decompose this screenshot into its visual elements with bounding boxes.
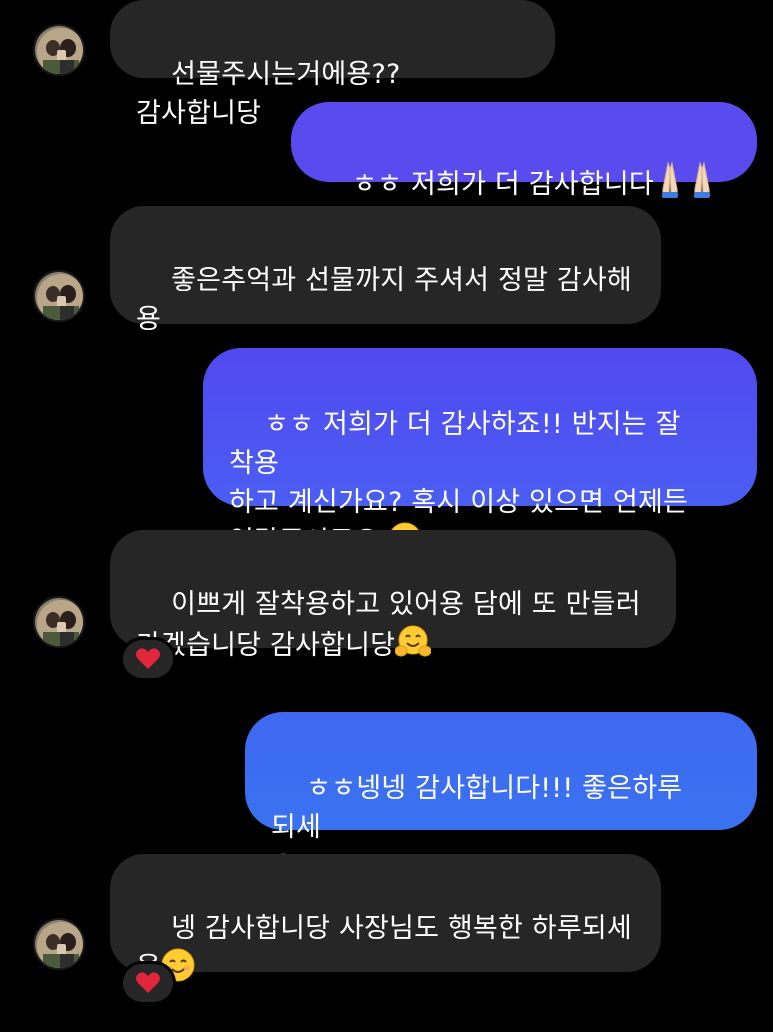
- message-bubble-incoming[interactable]: 선물주시는거에용?? 감사합니당: [110, 0, 555, 129]
- hugging-face-emoji-icon: [394, 624, 432, 671]
- contact-avatar[interactable]: [33, 24, 85, 76]
- message-text: 좋은추억과 선물까지 주셔서 정말 감사해 용: [136, 265, 632, 335]
- message-bubble-incoming[interactable]: 이쁘게 잘착용하고 있어용 담에 또 만들러 가겠습니당 감사합니당: [110, 530, 676, 661]
- message-text: 이쁘게 잘착용하고 있어용 담에 또 만들러 가겠습니당 감사합니당: [136, 589, 641, 661]
- message-bubble-incoming[interactable]: 좋은추억과 선물까지 주셔서 정말 감사해 용: [110, 206, 661, 335]
- contact-avatar[interactable]: [33, 918, 85, 970]
- message-bubble-outgoing[interactable]: ㅎㅎ넹넹 감사합니다!!! 좋은하루 되세 요!!!:): [245, 712, 757, 882]
- message-bubble-incoming[interactable]: 넹 감사합니당 사장님도 행복한 하루되세 용: [110, 854, 661, 983]
- message-bubble-outgoing[interactable]: ㅎㅎ 저희가 더 감사합니다: [291, 102, 757, 200]
- contact-avatar[interactable]: [33, 596, 85, 648]
- message-text: 넹 감사합니당 사장님도 행복한 하루되세 용: [136, 913, 632, 983]
- folded-hands-emoji-icon: [654, 159, 718, 210]
- heart-reaction[interactable]: [120, 637, 176, 681]
- contact-avatar[interactable]: [33, 270, 85, 322]
- avatar-photo-icon: [35, 920, 83, 968]
- avatar-photo-icon: [35, 26, 83, 74]
- message-bubble-outgoing[interactable]: ㅎㅎ 저희가 더 감사하죠!! 반지는 잘 착용 하고 계신가요? 혹시 이상 …: [203, 348, 757, 557]
- avatar-photo-icon: [35, 272, 83, 320]
- message-text: ㅎㅎ 저희가 더 감사합니다: [352, 169, 654, 200]
- heart-reaction[interactable]: [120, 961, 176, 1005]
- heart-icon: [136, 972, 160, 993]
- heart-icon: [136, 648, 160, 669]
- avatar-photo-icon: [35, 598, 83, 646]
- chat-thread[interactable]: 선물주시는거에용?? 감사합니당 ㅎㅎ 저희가 더 감사합니다 좋은추억과 선물…: [0, 0, 773, 1018]
